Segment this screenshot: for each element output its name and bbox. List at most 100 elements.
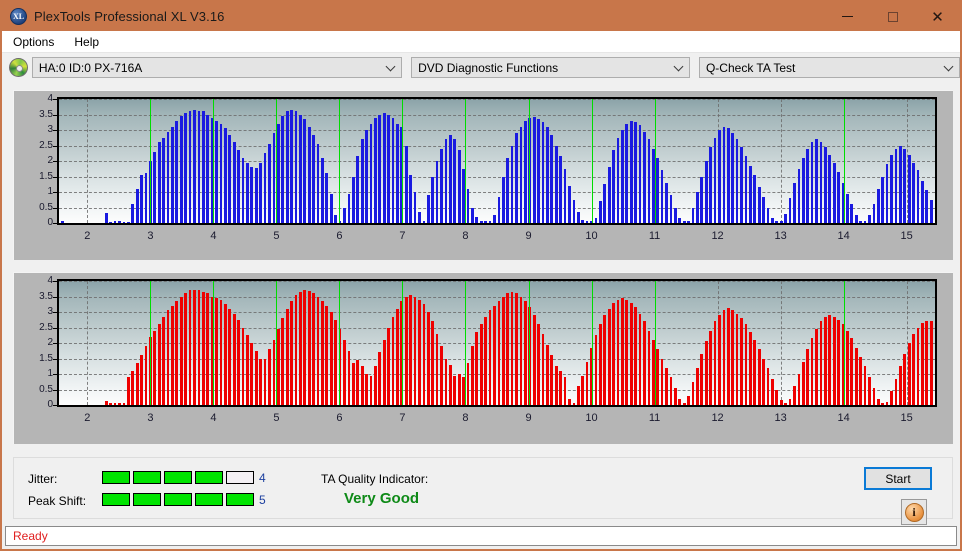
chart-bar	[215, 120, 218, 223]
close-button[interactable]: ✕	[915, 2, 960, 31]
chart-bar	[219, 123, 223, 223]
chart-bar	[466, 188, 470, 223]
menu-item-help[interactable]: Help	[65, 33, 108, 51]
x-axis-tick-label: 11	[648, 230, 661, 242]
chart-bar	[215, 298, 218, 405]
chart-bar	[868, 377, 871, 405]
chart-bar	[501, 296, 505, 405]
chart-bar	[868, 215, 871, 223]
chart-bar	[612, 150, 615, 223]
chart-bar	[510, 145, 514, 223]
chart-bar	[572, 199, 576, 223]
chart-bar	[850, 338, 854, 405]
chart-bar	[559, 156, 563, 223]
chart-bar	[581, 375, 585, 405]
peak-shift-chart-panel: 0 0.5 1 1.5 2 2.5 3 3.5 4 2 3 4 5 6 7 8 9 10 11 12 13 14 15	[13, 272, 953, 444]
start-button[interactable]: Start	[864, 467, 932, 490]
chart-bar	[656, 349, 660, 405]
chart-bar	[881, 176, 885, 223]
chart-bar	[903, 353, 907, 405]
chart-bar	[488, 310, 492, 405]
chart-bar	[854, 347, 858, 405]
y-axis-tick-label: 3.5	[39, 290, 53, 302]
chart-bar	[766, 367, 770, 405]
chart-bar	[921, 181, 924, 223]
info-icon: i	[904, 502, 924, 522]
chart-bar	[784, 403, 787, 405]
chart-bar	[329, 312, 333, 405]
x-axis-tick-label: 9	[525, 412, 532, 424]
function-select[interactable]: DVD Diagnostic Functions	[411, 57, 690, 78]
chart-bar	[126, 377, 130, 405]
chart-bar	[259, 162, 263, 223]
chart-bar	[678, 218, 682, 223]
chart-bar	[254, 350, 258, 405]
chart-bar	[757, 187, 761, 223]
meter-segment	[195, 493, 223, 506]
info-button[interactable]: i	[901, 499, 927, 525]
chart-bar	[360, 139, 364, 223]
chart-bar	[126, 221, 130, 223]
chart-bar	[250, 167, 254, 223]
chart-bar	[810, 338, 814, 405]
drive-select[interactable]: HA:0 ID:0 PX-716A	[31, 57, 403, 78]
chart-bar	[268, 349, 271, 405]
chart-bar	[493, 305, 496, 405]
x-axis-tick-label: 4	[210, 230, 217, 242]
chart-bar	[837, 319, 840, 405]
chart-bar	[682, 403, 686, 405]
chart-bar	[678, 398, 682, 405]
chart-bar	[321, 157, 324, 223]
status-bar: Ready	[5, 526, 957, 546]
minimize-icon	[842, 16, 853, 17]
chart-bar	[876, 188, 880, 223]
chart-bar	[232, 142, 236, 223]
chart-bar	[523, 301, 527, 405]
chart-bar	[484, 316, 488, 405]
x-axis-tick-label: 15	[900, 230, 913, 242]
chart-bar	[175, 120, 179, 223]
chart-bar	[299, 291, 302, 405]
chart-bar	[135, 188, 139, 223]
chart-bar	[206, 293, 210, 405]
chart-bar	[691, 381, 695, 405]
minimize-button[interactable]	[825, 2, 870, 31]
chart-bar	[691, 207, 695, 223]
menu-item-options[interactable]: Options	[4, 33, 63, 51]
chart-bar	[281, 318, 285, 405]
chart-bar	[466, 363, 470, 405]
chart-bar	[135, 363, 139, 405]
maximize-button[interactable]	[870, 2, 915, 31]
chart-bar	[682, 221, 686, 223]
chart-bar	[431, 176, 435, 223]
chart-bar	[347, 350, 351, 405]
chart-bar	[254, 167, 258, 223]
chart-bar	[771, 378, 774, 405]
jitter-value: 4	[259, 471, 266, 485]
chart-bar	[356, 360, 360, 405]
window-controls: ✕	[825, 2, 960, 31]
chart-bar	[607, 167, 611, 223]
title-bar: XL PlexTools Professional XL V3.16 ✕	[2, 2, 960, 31]
x-axis-tick-label: 6	[336, 230, 343, 242]
chart-bar	[722, 310, 726, 405]
chart-bar	[585, 361, 589, 405]
chart-bar	[422, 221, 426, 223]
x-axis-tick-label: 4	[210, 412, 217, 424]
meter-segment	[133, 493, 161, 506]
chart-bar	[718, 130, 721, 223]
chart-bar	[568, 185, 571, 223]
meter-segment	[102, 471, 130, 484]
plextools-window: XL PlexTools Professional XL V3.16 ✕ Opt…	[0, 0, 962, 551]
chart-bar	[519, 296, 523, 405]
chart-bar	[413, 192, 417, 223]
chart-marker	[339, 281, 341, 405]
test-select[interactable]: Q-Check TA Test	[698, 57, 960, 78]
chart-bar	[612, 302, 615, 405]
chart-marker	[402, 99, 404, 223]
chart-bar	[122, 222, 126, 223]
meter-segment	[164, 471, 192, 484]
chart-bar	[740, 147, 743, 223]
menu-bar: Options Help	[2, 31, 960, 53]
chart-bar	[413, 296, 417, 405]
